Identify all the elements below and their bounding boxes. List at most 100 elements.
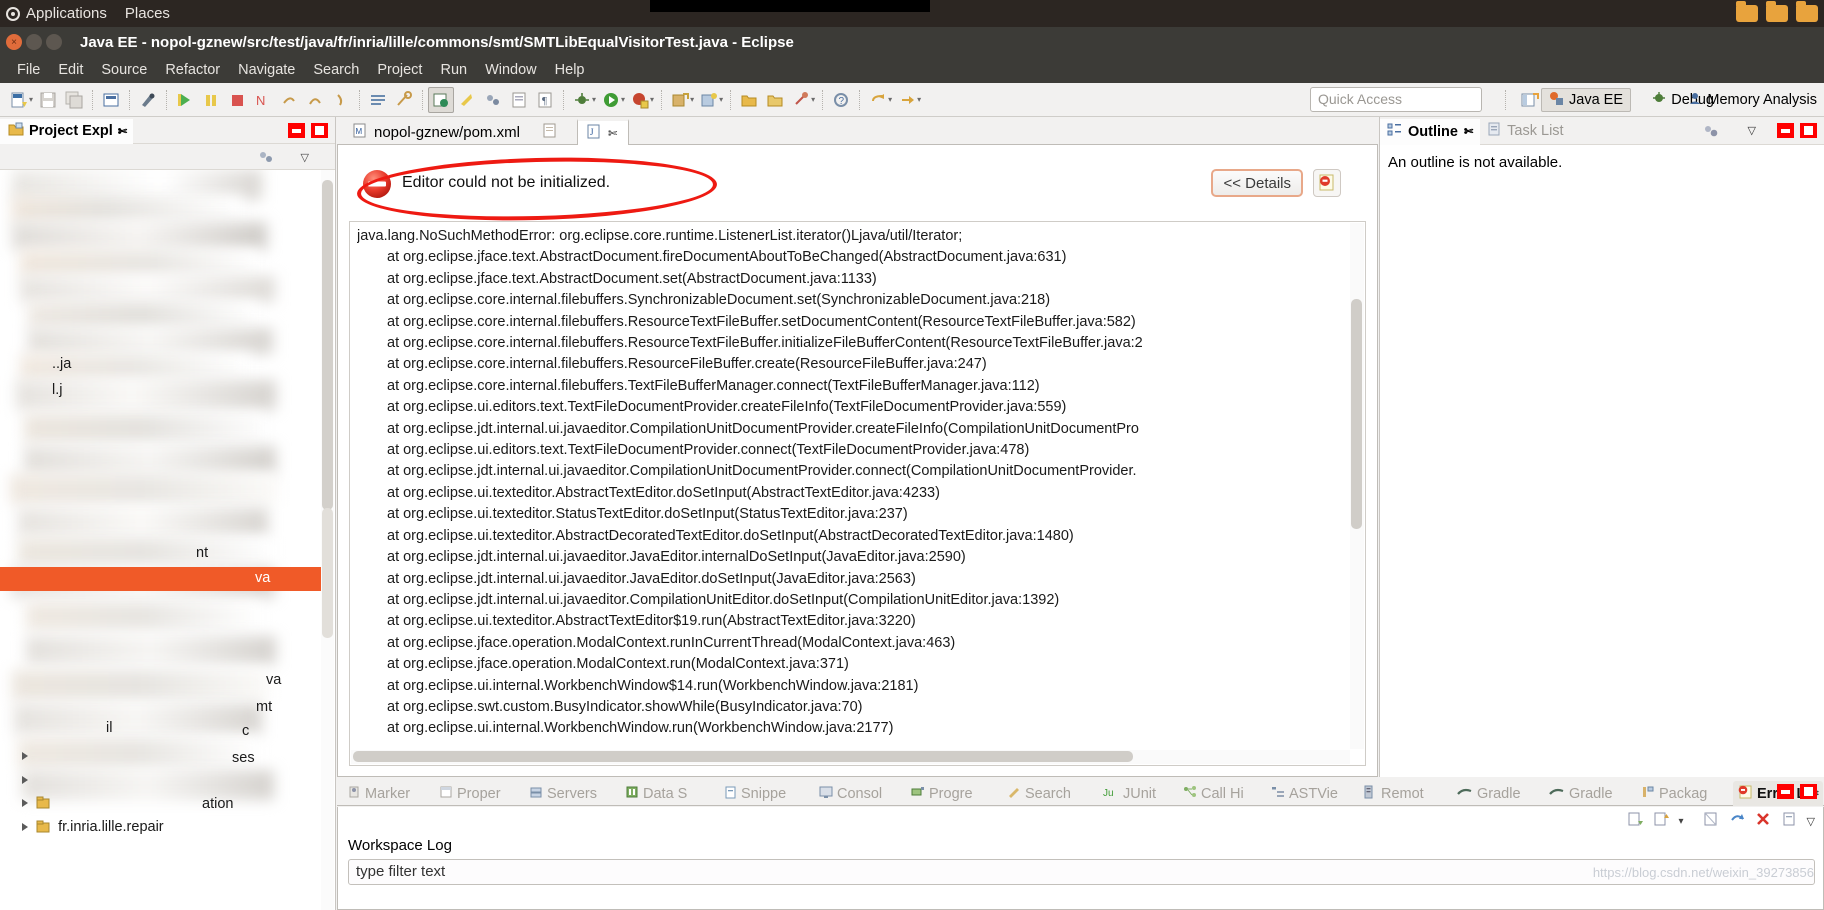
window-close-button[interactable]: × xyxy=(6,34,22,50)
link-with-editor-icon[interactable] xyxy=(258,149,275,170)
menu-refactor[interactable]: Refactor xyxy=(156,62,229,78)
ubuntu-logo-icon[interactable] xyxy=(6,7,20,21)
minimize-icon[interactable] xyxy=(1777,784,1794,799)
terminate-icon[interactable] xyxy=(224,87,250,113)
tab-markers[interactable]: Marker xyxy=(343,781,414,806)
tab-pom-xml[interactable]: M nopol-gznew/pom.xml xyxy=(343,119,529,145)
error-log-icon[interactable] xyxy=(1313,169,1341,197)
stack-vertical-scrollbar[interactable] xyxy=(1350,223,1364,749)
close-icon[interactable]: ✄ xyxy=(608,127,617,140)
tab-project-explorer[interactable]: Project Expl ✄ xyxy=(0,117,133,144)
folder-icon[interactable] xyxy=(1766,5,1788,22)
view-menu-icon[interactable]: ▽ xyxy=(1748,124,1756,137)
open-perspective-icon[interactable] xyxy=(1518,89,1542,111)
focus-on-selection-icon[interactable] xyxy=(1703,123,1720,144)
tab-outline[interactable]: Outline ✄ xyxy=(1380,117,1480,145)
delete-log-icon[interactable] xyxy=(1755,811,1772,832)
expand-arrow-icon[interactable] xyxy=(22,799,28,807)
new-class-icon[interactable] xyxy=(696,87,722,113)
forward-icon[interactable] xyxy=(894,87,920,113)
maximize-icon[interactable] xyxy=(311,123,328,138)
maximize-icon[interactable] xyxy=(1800,784,1817,799)
print-icon[interactable] xyxy=(98,87,124,113)
dropdown-icon[interactable]: ▾ xyxy=(1679,816,1684,827)
profile-icon[interactable] xyxy=(788,87,814,113)
toggle-breadcrumb-icon[interactable] xyxy=(428,87,454,113)
tab-call-hierarchy[interactable]: Call Hi xyxy=(1179,781,1248,806)
scrollbar-thumb[interactable] xyxy=(322,508,333,638)
new-wizard-icon[interactable] xyxy=(6,87,32,113)
project-explorer-scrollbar[interactable] xyxy=(321,170,334,910)
perspective-java-ee[interactable]: Java EE xyxy=(1541,88,1631,112)
run-as-icon[interactable] xyxy=(598,87,624,113)
tab-progress[interactable]: Progre xyxy=(907,781,977,806)
search-icon[interactable] xyxy=(454,87,480,113)
tab-junit[interactable]: Ju JUnit xyxy=(1099,781,1160,806)
details-button[interactable]: << Details xyxy=(1211,169,1303,197)
view-menu-icon[interactable]: ▽ xyxy=(301,151,309,164)
tab-snippets[interactable]: Snippe xyxy=(719,781,790,806)
perspective-memory-analysis[interactable]: Memory Analysis xyxy=(1681,88,1824,112)
back-icon[interactable] xyxy=(865,87,891,113)
tab-java-editor[interactable]: J ✄ xyxy=(577,119,629,145)
tab-data-source-explorer[interactable]: Data S xyxy=(621,781,691,806)
run-icon[interactable] xyxy=(172,87,198,113)
editor-icon[interactable] xyxy=(506,87,532,113)
save-all-icon[interactable] xyxy=(61,87,87,113)
tab-console[interactable]: Consol xyxy=(815,781,886,806)
tab-pom-xml-secondary-icon[interactable] xyxy=(533,119,566,145)
tab-properties[interactable]: Proper xyxy=(435,781,505,806)
help-icon[interactable]: ? xyxy=(828,87,854,113)
menu-source[interactable]: Source xyxy=(92,62,156,78)
view-menu-icon[interactable]: ▽ xyxy=(1807,815,1815,828)
open-type-icon[interactable] xyxy=(762,87,788,113)
minimize-icon[interactable] xyxy=(1777,123,1794,138)
expand-arrow-icon[interactable] xyxy=(22,776,28,784)
quick-access-input[interactable]: Quick Access xyxy=(1310,87,1482,112)
pilcrow-icon[interactable]: ¶ xyxy=(532,87,558,113)
tab-gradle-1[interactable]: Gradle xyxy=(1453,781,1525,806)
tab-search[interactable]: Search xyxy=(1003,781,1075,806)
maximize-icon[interactable] xyxy=(1800,123,1817,138)
save-icon[interactable] xyxy=(35,87,61,113)
external-tools-icon[interactable] xyxy=(391,87,417,113)
menu-file[interactable]: File xyxy=(8,62,49,78)
project-explorer-tree[interactable]: ..ja l.j nt va va mt c il ses xyxy=(0,170,335,910)
tab-remote-systems[interactable]: Remot xyxy=(1359,781,1428,806)
step-into-icon[interactable] xyxy=(328,87,354,113)
link-icon[interactable] xyxy=(480,87,506,113)
tab-package-explorer[interactable]: Packag xyxy=(1637,781,1711,806)
coverage-icon[interactable] xyxy=(627,87,653,113)
open-log-icon[interactable] xyxy=(1703,811,1720,832)
menu-edit[interactable]: Edit xyxy=(49,62,92,78)
scrollbar-thumb[interactable] xyxy=(1351,299,1362,529)
menu-run[interactable]: Run xyxy=(431,62,476,78)
tree-row-package[interactable]: ation xyxy=(22,795,90,811)
scrollbar-thumb[interactable] xyxy=(322,180,333,510)
stack-horizontal-scrollbar[interactable] xyxy=(351,750,1350,764)
scrollbar-thumb[interactable] xyxy=(353,751,1133,762)
tab-gradle-2[interactable]: Gradle xyxy=(1545,781,1617,806)
debug-icon[interactable] xyxy=(569,87,595,113)
new-folder-icon[interactable] xyxy=(736,87,762,113)
close-icon[interactable]: ✄ xyxy=(1464,125,1473,138)
minimize-icon[interactable] xyxy=(288,123,305,138)
places-menu[interactable]: Places xyxy=(125,5,170,22)
stack-trace-panel[interactable]: java.lang.NoSuchMethodError: org.eclipse… xyxy=(349,221,1366,766)
folder-icon[interactable] xyxy=(1736,5,1758,22)
selected-tree-item[interactable] xyxy=(0,567,321,591)
new-log-icon[interactable] xyxy=(1781,811,1798,832)
step-return-icon[interactable] xyxy=(276,87,302,113)
tree-row-package[interactable]: fr.inria.lille.repair xyxy=(22,819,164,835)
pause-icon[interactable] xyxy=(198,87,224,113)
menu-help[interactable]: Help xyxy=(546,62,594,78)
menu-search[interactable]: Search xyxy=(304,62,368,78)
close-icon[interactable]: ✄ xyxy=(118,125,127,138)
window-minimize-button[interactable] xyxy=(26,34,42,50)
menu-project[interactable]: Project xyxy=(368,62,431,78)
menu-window[interactable]: Window xyxy=(476,62,546,78)
import-log-icon[interactable] xyxy=(1653,811,1670,832)
toggle-mark-occurrences-icon[interactable] xyxy=(135,87,161,113)
tab-ast-view[interactable]: ASTVie xyxy=(1267,781,1342,806)
window-maximize-button[interactable] xyxy=(46,34,62,50)
